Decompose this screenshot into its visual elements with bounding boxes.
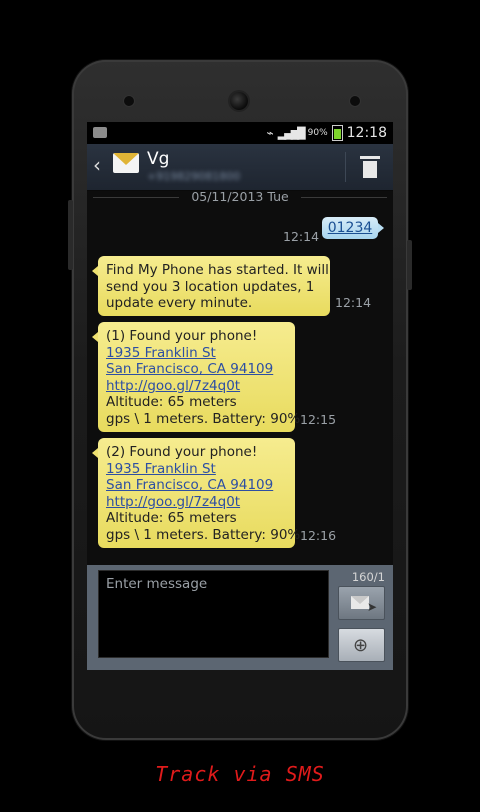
message-line: gps \ 1 meters. Battery: 90%.	[106, 410, 305, 427]
message-line: (1) Found your phone!	[106, 328, 258, 344]
signal-icon: ▂▄▆█	[277, 126, 306, 140]
message-line: Altitude: 65 meters	[106, 510, 237, 527]
address-link[interactable]: San Francisco, CA 94109	[106, 477, 287, 494]
address-link[interactable]: 1935 Franklin St	[106, 345, 287, 362]
message-line: Altitude: 65 meters	[106, 394, 237, 411]
address-link[interactable]: San Francisco, CA 94109	[106, 361, 287, 378]
compose-bar: Enter message 160/1 ➤ ⊕	[87, 565, 393, 670]
message-time: 12:14	[283, 229, 320, 244]
arrow-right-icon: ➤	[367, 600, 378, 614]
status-time: 12:18	[346, 125, 387, 141]
message-line: Find My Phone has started. It will	[106, 262, 329, 278]
wifi-icon: ⌁	[266, 126, 274, 140]
earpiece-speaker	[124, 96, 134, 106]
phone-screen: ⌁ ▂▄▆█ 90% 12:18 ‹ Vg +919829081800 05/1…	[87, 122, 393, 670]
contact-name: Vg	[147, 149, 170, 169]
message-time: 12:14	[335, 295, 372, 310]
power-button	[407, 240, 412, 290]
incoming-message[interactable]: (2) Found your phone! 1935 Franklin St S…	[92, 438, 305, 548]
character-counter: 160/1	[351, 570, 385, 584]
map-url-link[interactable]: http://goo.gl/7z4q0t	[106, 378, 287, 395]
message-line: update every minute.	[106, 295, 253, 312]
message-input[interactable]: Enter message	[98, 570, 329, 658]
volume-button	[68, 200, 73, 270]
message-line: (2) Found your phone!	[106, 444, 258, 460]
send-button[interactable]: ➤	[338, 586, 385, 620]
envelope-icon	[113, 153, 139, 173]
chevron-left-icon[interactable]: ‹	[93, 154, 107, 176]
incoming-message[interactable]: (1) Found your phone! 1935 Franklin St S…	[92, 322, 305, 432]
battery-percent: 90%	[307, 128, 328, 138]
conversation-header: ‹ Vg +919829081800	[87, 144, 393, 191]
battery-icon	[331, 125, 343, 141]
promo-caption: Track via SMS	[155, 762, 325, 786]
message-notification-icon	[93, 127, 107, 138]
proximity-sensor	[350, 96, 360, 106]
attach-button[interactable]: ⊕	[338, 628, 385, 662]
message-time: 12:15	[300, 412, 337, 427]
front-camera-icon	[230, 92, 248, 110]
incoming-message[interactable]: Find My Phone has started. It will send …	[92, 256, 330, 316]
message-line: send you 3 location updates, 1	[106, 278, 315, 295]
paperclip-icon: ⊕	[353, 635, 369, 656]
message-line: gps \ 1 meters. Battery: 90%.	[106, 526, 305, 543]
header-divider	[345, 152, 346, 182]
status-icons: ⌁ ▂▄▆█ 90% 12:18	[267, 125, 387, 141]
status-bar: ⌁ ▂▄▆█ 90% 12:18	[87, 122, 393, 144]
outgoing-message[interactable]: 01234	[322, 217, 384, 239]
date-divider: 05/11/2013 Tue	[87, 189, 393, 204]
map-url-link[interactable]: http://goo.gl/7z4q0t	[106, 494, 287, 511]
trash-icon[interactable]	[360, 156, 380, 178]
contact-number: +919829081800	[147, 170, 241, 183]
message-time: 12:16	[300, 528, 337, 543]
address-link[interactable]: 1935 Franklin St	[106, 461, 287, 478]
